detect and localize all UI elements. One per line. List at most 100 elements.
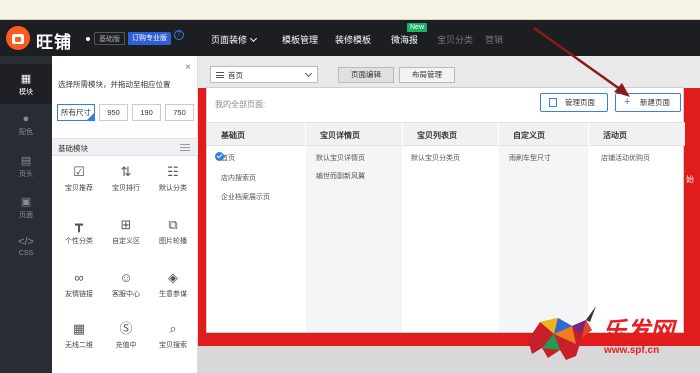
- module-item-service-center[interactable]: ☺ 客服中心: [103, 266, 149, 306]
- page-link-shop-activity[interactable]: 店铺活动优购页: [601, 153, 650, 163]
- new-page-button[interactable]: + 新建页面: [615, 93, 681, 112]
- module-item-item-search[interactable]: ⌕ 宝贝搜索: [150, 317, 196, 357]
- chevron-down-icon: [304, 69, 313, 78]
- nav-micro-poster[interactable]: 微海报: [391, 33, 418, 46]
- brand-name: 旺铺: [36, 33, 72, 52]
- watermark-logo-text: 乐发网: [602, 316, 674, 345]
- module-item-recommend[interactable]: ☑ 宝贝推荐: [56, 160, 102, 200]
- plus-icon: +: [624, 96, 631, 108]
- page-link-shop-search[interactable]: 店内搜索页: [221, 173, 256, 183]
- sidebar-item-label: 配色: [19, 129, 33, 136]
- banner-text-fragment: 始: [686, 175, 694, 184]
- module-item-carousel[interactable]: ⧉ 图片轮播: [150, 213, 196, 253]
- module-item-custom-area[interactable]: ⊞ 自定义区: [103, 213, 149, 253]
- header-icon: ▤: [20, 155, 32, 167]
- module-item-default-category[interactable]: ☷ 默认分类: [150, 160, 196, 200]
- page-link-company-profile[interactable]: 企业档案展示页: [221, 192, 270, 202]
- sidebar-item-label: 模块: [19, 89, 33, 96]
- module-item-business-advisor[interactable]: ◈ 生意参谋: [150, 266, 196, 306]
- custom-category-icon: ┳: [75, 217, 83, 232]
- collapse-icon[interactable]: [180, 144, 190, 151]
- page-select-dropdown[interactable]: 首页: [210, 66, 318, 83]
- module-item-qrcode[interactable]: ▦ 无线二维: [56, 317, 102, 357]
- nav-item-category[interactable]: 宝贝分类: [437, 33, 473, 46]
- module-label: 充值中: [115, 342, 137, 349]
- help-icon[interactable]: ?: [174, 30, 184, 40]
- grid-icon: ▦: [20, 73, 32, 85]
- module-item-custom-category[interactable]: ┳ 个性分类: [56, 213, 102, 253]
- palette-icon: ●: [22, 113, 30, 125]
- sidebar-item-colors[interactable]: ● 配色: [0, 104, 52, 144]
- menu-icon: [216, 72, 224, 78]
- size-filter-950[interactable]: 950: [99, 104, 128, 121]
- column-header-label: 活动页: [603, 131, 627, 140]
- recommend-icon: ☑: [73, 164, 85, 179]
- sidebar-item-label: 页面: [19, 212, 33, 219]
- module-label: 个性分类: [65, 238, 93, 245]
- module-label: 宝贝排行: [112, 185, 140, 192]
- column-basic: 首页 店内搜索页 企业档案展示页: [207, 146, 305, 332]
- module-label: 宝贝推荐: [65, 185, 93, 192]
- service-icon: ☺: [119, 270, 133, 285]
- module-item-friend-links[interactable]: ∞ 友情链接: [56, 266, 102, 306]
- page-link-detail-2[interactable]: 编世而副新风翼: [316, 171, 365, 181]
- nav-page-decoration[interactable]: 页面装修: [211, 33, 258, 46]
- rank-icon: ⇅: [120, 164, 132, 179]
- sidebar-item-header[interactable]: ▤ 页头: [0, 146, 52, 186]
- tab-layout-manage[interactable]: 布局管理: [399, 67, 455, 83]
- nav-marketing[interactable]: 营销: [485, 33, 503, 46]
- page-select-value: 首页: [228, 71, 243, 80]
- size-filter-750[interactable]: 750: [165, 104, 194, 121]
- link-icon: ∞: [74, 270, 84, 285]
- category-icon: ☷: [167, 164, 179, 179]
- section-header-basic-modules[interactable]: 基础模块: [52, 138, 198, 156]
- nav-template-manage[interactable]: 模板管理: [282, 33, 318, 46]
- new-badge: New: [407, 23, 428, 32]
- page-link-wiper-size[interactable]: 雨刷车型尺寸: [509, 153, 551, 163]
- nav-label: 页面装修: [211, 35, 248, 45]
- panel-hint: 选择所需模块，并拖动至相应位置: [58, 80, 171, 89]
- sidebar-item-modules[interactable]: ▦ 模块: [0, 64, 52, 104]
- module-item-recharge[interactable]: Ⓢ 充值中: [103, 317, 149, 357]
- column-header-label: 基础页: [221, 131, 245, 140]
- carousel-icon: ⧉: [168, 217, 178, 232]
- manage-pages-button[interactable]: 管理页面: [540, 93, 608, 112]
- section-title: 基础模块: [58, 144, 88, 153]
- column-header-label: 宝贝列表页: [417, 131, 457, 140]
- nav-decoration-templates[interactable]: 装修模板: [335, 33, 371, 46]
- size-filter-190[interactable]: 190: [132, 104, 161, 121]
- module-panel: × 选择所需模块，并拖动至相应位置 所有尺寸 950 190 750 基础模块 …: [52, 56, 198, 373]
- upgrade-pro-button[interactable]: 订购专业版: [128, 32, 171, 45]
- sidebar-item-page[interactable]: ▣ 页面: [0, 187, 52, 227]
- sidebar-item-label: 页头: [19, 171, 33, 178]
- column-header-activity: 活动页: [589, 122, 685, 146]
- custom-area-icon: ⊞: [120, 217, 132, 232]
- check-icon: [215, 152, 224, 161]
- column-header-custom: 自定义页: [499, 122, 588, 146]
- browser-chrome-strip: [0, 0, 700, 20]
- module-label: 友情链接: [65, 291, 93, 298]
- compass-icon: ◈: [168, 270, 178, 285]
- module-item-rank[interactable]: ⇅ 宝贝排行: [103, 160, 149, 200]
- column-item-detail: 默认宝贝详情页 编世而副新风翼: [306, 146, 402, 332]
- sidebar-item-css[interactable]: </> CSS: [0, 227, 52, 267]
- page-link-default-category[interactable]: 默认宝贝分类页: [411, 153, 460, 163]
- module-label: 生意参谋: [159, 291, 187, 298]
- brand-dot: [86, 37, 90, 41]
- tab-page-edit[interactable]: 页面编辑: [338, 67, 394, 83]
- bull-logo-icon: [528, 306, 596, 360]
- sidebar-item-label: CSS: [18, 250, 34, 257]
- size-filter-all[interactable]: 所有尺寸: [57, 104, 95, 121]
- column-header-item-list: 宝贝列表页: [403, 122, 498, 146]
- column-header-basic: 基础页: [207, 122, 305, 146]
- watermark-url: www.spf.cn: [604, 345, 660, 356]
- module-label: 客服中心: [112, 291, 140, 298]
- page-link-default-detail[interactable]: 默认宝贝详情页: [316, 153, 365, 163]
- left-sidebar: ▦ 模块 ● 配色 ▤ 页头 ▣ 页面 </> CSS: [0, 56, 52, 373]
- popup-title: 我的全部页面:: [215, 100, 266, 109]
- module-label: 自定义区: [112, 238, 140, 245]
- module-label: 图片轮播: [159, 238, 187, 245]
- close-icon[interactable]: ×: [185, 62, 191, 73]
- chevron-down-icon: [249, 34, 258, 43]
- column-header-label: 宝贝详情页: [320, 131, 360, 140]
